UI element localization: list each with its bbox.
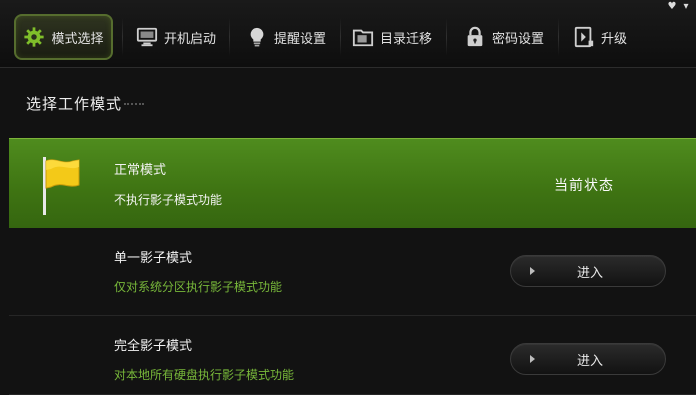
tab-label: 模式选择 xyxy=(51,31,104,47)
section-divider xyxy=(124,103,144,107)
tab-directory-migration[interactable]: 目录迁移 xyxy=(344,14,440,60)
play-arrow-icon xyxy=(530,267,535,275)
upgrade-icon xyxy=(573,26,595,48)
mode-row-full-shadow: 完全影子模式 对本地所有硬盘执行影子模式功能 进入 xyxy=(9,318,696,395)
tab-label: 开机启动 xyxy=(163,31,216,47)
toolbar-divider xyxy=(122,18,123,56)
lock-icon xyxy=(464,26,486,48)
app-window: 模式选择 开机启动 提醒设置 目录迁移 密码设置 升级 ♥ ▾ 选择工作模式 正… xyxy=(0,0,696,395)
enter-full-shadow-button[interactable]: 进入 xyxy=(510,343,666,375)
tab-label: 提醒设置 xyxy=(273,31,326,47)
window-controls: ♥ ▾ xyxy=(666,2,692,12)
current-status-label: 当前状态 xyxy=(554,178,614,194)
flag-icon xyxy=(43,157,80,215)
play-arrow-icon xyxy=(530,355,535,363)
tab-label: 密码设置 xyxy=(491,31,544,47)
mode-description: 不执行影子模式功能 xyxy=(114,193,223,207)
computer-icon xyxy=(136,26,158,48)
toolbar-divider xyxy=(340,18,341,56)
toolbar-divider xyxy=(558,18,559,56)
tab-reminder[interactable]: 提醒设置 xyxy=(236,14,336,60)
toolbar-divider xyxy=(229,18,230,56)
mode-name: 单一影子模式 xyxy=(114,251,193,266)
mode-description: 仅对系统分区执行影子模式功能 xyxy=(114,280,283,294)
menu-dropdown-icon[interactable]: ▾ xyxy=(680,2,692,12)
lightbulb-icon xyxy=(246,26,268,48)
section-title: 选择工作模式 xyxy=(26,95,123,113)
folder-icon xyxy=(352,26,374,48)
mode-row-single-shadow: 单一影子模式 仅对系统分区执行影子模式功能 进入 xyxy=(9,230,696,316)
tab-password[interactable]: 密码设置 xyxy=(454,14,554,60)
mode-description: 对本地所有硬盘执行影子模式功能 xyxy=(114,368,295,382)
enter-single-shadow-button[interactable]: 进入 xyxy=(510,255,666,287)
top-toolbar: 模式选择 开机启动 提醒设置 目录迁移 密码设置 升级 ♥ ▾ xyxy=(0,0,696,68)
tab-upgrade[interactable]: 升级 xyxy=(562,14,638,60)
toolbar-divider xyxy=(446,18,447,56)
gear-icon xyxy=(23,26,45,48)
tab-label: 目录迁移 xyxy=(379,31,432,47)
tab-mode-select[interactable]: 模式选择 xyxy=(14,14,113,60)
enter-button-label: 进入 xyxy=(576,353,603,369)
enter-button-label: 进入 xyxy=(576,265,603,281)
mode-row-normal[interactable]: 正常模式 不执行影子模式功能 当前状态 xyxy=(9,138,696,228)
mode-name: 正常模式 xyxy=(114,163,167,178)
mode-name: 完全影子模式 xyxy=(114,339,193,354)
skin-icon[interactable]: ♥ xyxy=(666,2,678,12)
tab-startup[interactable]: 开机启动 xyxy=(128,14,224,60)
tab-label: 升级 xyxy=(600,31,627,47)
